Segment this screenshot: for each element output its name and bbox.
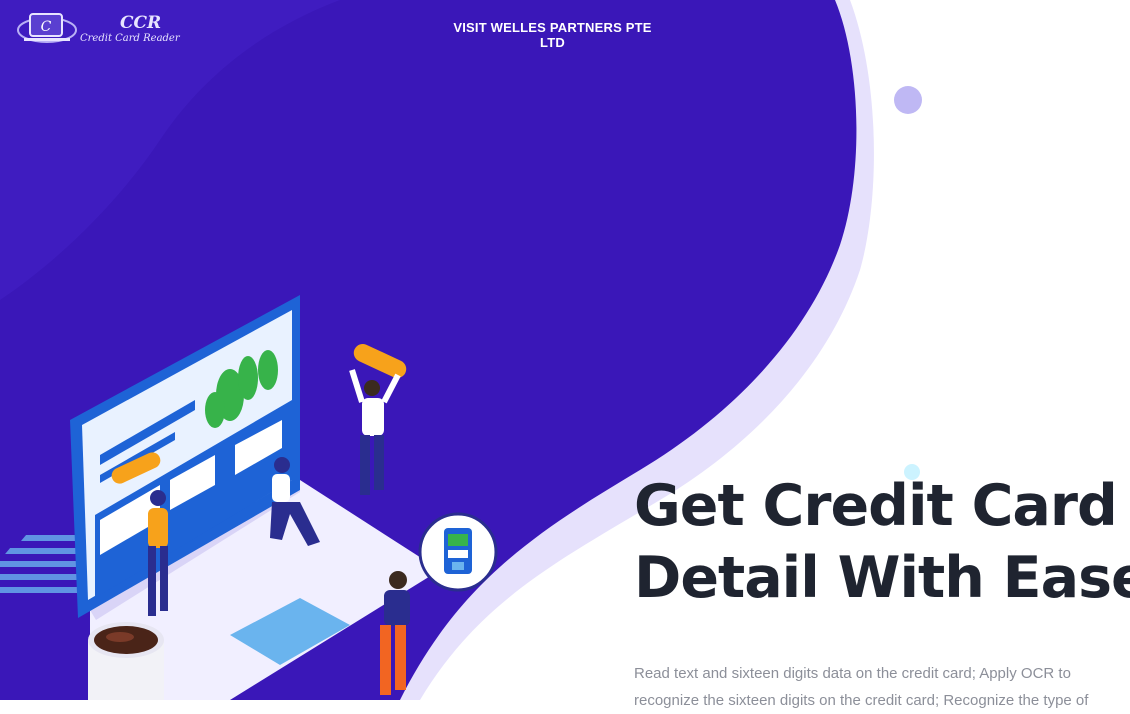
logo-title: CCR (120, 13, 162, 33)
person-standing (349, 369, 401, 495)
brand-logo[interactable]: C CCR Credit Card Reader (16, 10, 180, 50)
logo-subtitle: Credit Card Reader (80, 33, 180, 44)
held-card-orange-2 (353, 343, 407, 379)
decor-dot-purple (894, 86, 922, 114)
svg-text:C: C (41, 19, 52, 35)
hero-title-line1: Get Credit Card (634, 473, 1118, 539)
laptop-illustration (0, 295, 498, 700)
credit-card-logo-icon: C (17, 13, 77, 43)
hero-title-line2: Detail With Ease (634, 545, 1130, 611)
hero-title: Get Credit Card Detail With Ease (634, 470, 1130, 614)
visit-partner-link[interactable]: VISIT WELLES PARTNERS PTE LTD (440, 20, 665, 50)
coffee-cup-icon (88, 622, 164, 700)
hero-description: Read text and sixteen digits data on the… (634, 665, 1089, 709)
